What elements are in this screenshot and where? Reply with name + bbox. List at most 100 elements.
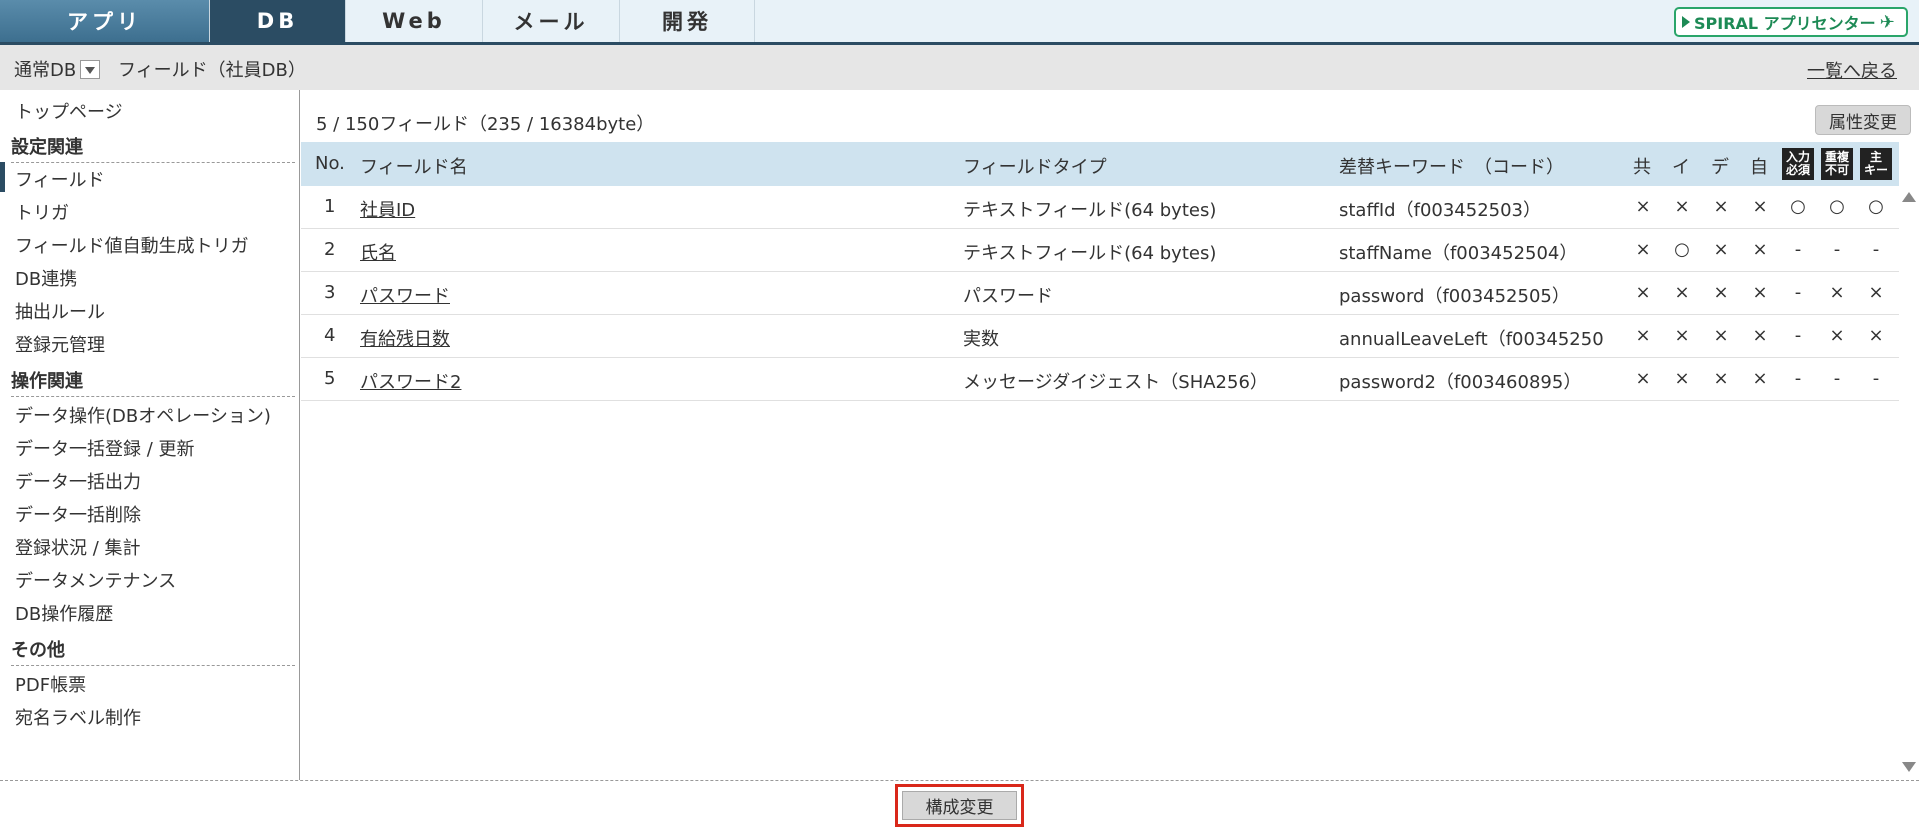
flag-de: × [1713,239,1729,260]
field-keyword: password（f003452505） [1339,286,1570,307]
field-count: 5 / 150フィールド（235 / 16384byte） [316,114,655,135]
sidebar-item-data-maintenance[interactable]: データメンテナンス [15,567,176,593]
column-header-de: デ [1711,157,1729,178]
flag-unique: - [1833,239,1841,260]
sidebar-item-bulk-register[interactable]: データ一括登録 / 更新 [15,435,195,461]
flag-de: × [1713,196,1729,217]
db-type-label: 通常DB [14,60,77,81]
badge-key-bottom: キー [1863,163,1888,177]
sidebar-item-bulk-export[interactable]: データ一括出力 [15,468,141,494]
spiral-app-center-button[interactable]: SPIRAL アプリセンター ✈ [1674,7,1908,37]
config-change-button[interactable]: 構成変更 [902,791,1017,820]
main-content: 5 / 150フィールド（235 / 16384byte） 属性変更 No. フ… [301,90,1919,780]
field-keyword: annualLeaveLeft（f00345250 [1339,329,1604,350]
field-type: メッセージダイジェスト（SHA256） [963,372,1268,393]
sidebar-heading-other: その他 [11,636,295,666]
flag-unique: ○ [1829,196,1845,217]
attribute-change-button[interactable]: 属性変更 [1815,105,1911,135]
sidebar-item-source-manage[interactable]: 登録元管理 [15,331,105,357]
sidebar-item-db-link[interactable]: DB連携 [15,265,77,291]
tab-web[interactable]: Web [346,0,483,42]
sidebar-item-pdf-form[interactable]: PDF帳票 [15,671,86,697]
flag-auto: × [1752,239,1768,260]
table-row: 1 社員ID テキストフィールド(64 bytes) staffId（f0034… [301,186,1899,229]
table-row: 4 有給残日数 実数 annualLeaveLeft（f00345250 × ×… [301,315,1899,358]
column-header-keyword: 差替キーワード （コード） [1339,157,1564,178]
field-name-link[interactable]: 氏名 [360,239,396,265]
flag-de: × [1713,368,1729,389]
field-type: パスワード [963,286,1053,307]
flag-common: × [1635,368,1651,389]
row-no: 1 [324,196,336,217]
column-header-primary-key-badge: 主 キー [1860,148,1892,180]
flag-required: - [1794,368,1802,389]
field-type: テキストフィールド(64 bytes) [963,243,1217,264]
flag-auto: × [1752,368,1768,389]
flag-primary-key: × [1868,282,1884,303]
tab-app[interactable]: アプリ [0,0,210,42]
top-nav: アプリ DB Web メール 開発 SPIRAL アプリセンター ✈ [0,0,1919,45]
field-name-link[interactable]: パスワード [360,282,450,308]
flag-unique: × [1829,325,1845,346]
field-type: テキストフィールド(64 bytes) [963,200,1217,221]
flag-i: ○ [1674,239,1690,260]
row-no: 2 [324,239,336,260]
field-name-link[interactable]: 社員ID [360,196,415,222]
play-icon [1682,16,1690,28]
config-change-highlight: 構成変更 [895,784,1024,827]
footer-bar: 構成変更 [0,780,1919,828]
sidebar-item-top-page[interactable]: トップページ [15,98,123,124]
sidebar-heading-operations: 操作関連 [11,367,295,397]
scroll-up-arrow-icon[interactable] [1902,192,1916,202]
flag-primary-key: × [1868,325,1884,346]
table-row: 2 氏名 テキストフィールド(64 bytes) staffName（f0034… [301,229,1899,272]
sidebar-item-trigger[interactable]: トリガ [15,199,69,225]
sidebar: トップページ 設定関連 フィールド トリガ フィールド値自動生成トリガ DB連携… [0,90,300,780]
scroll-down-arrow-icon[interactable] [1902,762,1916,772]
column-header-type: フィールドタイプ [963,157,1107,178]
back-to-list-link[interactable]: 一覧へ戻る [1807,57,1897,83]
sidebar-item-db-history[interactable]: DB操作履歴 [15,600,113,626]
field-keyword: password2（f003460895） [1339,372,1582,393]
field-keyword: staffName（f003452504） [1339,243,1578,264]
sidebar-item-extract-rule[interactable]: 抽出ルール [15,298,105,324]
column-header-auto: 自 [1750,157,1768,178]
sub-header: 通常DB フィールド（社員DB） 一覧へ戻る [0,45,1919,90]
flag-primary-key: - [1872,239,1880,260]
flag-required: - [1794,325,1802,346]
db-type-selector[interactable]: 通常DB [14,56,101,82]
sidebar-item-address-label[interactable]: 宛名ラベル制作 [15,704,141,730]
row-no: 5 [324,368,336,389]
column-header-name: フィールド名 [360,157,468,178]
flag-auto: × [1752,325,1768,346]
row-no: 4 [324,325,336,346]
column-header-i: イ [1672,157,1690,178]
tab-db[interactable]: DB [210,0,346,42]
sidebar-item-field[interactable]: フィールド [0,162,105,192]
row-no: 3 [324,282,336,303]
sidebar-item-db-operation[interactable]: データ操作(DBオペレーション) [15,402,271,428]
flag-de: × [1713,282,1729,303]
tab-dev[interactable]: 開発 [620,0,755,42]
flag-i: × [1674,196,1690,217]
field-name-link[interactable]: パスワード2 [360,368,461,394]
flag-i: × [1674,325,1690,346]
flag-unique: × [1829,282,1845,303]
flag-common: × [1635,325,1651,346]
column-header-no: No. [315,153,345,174]
table-row: 5 パスワード2 メッセージダイジェスト（SHA256） password2（f… [301,358,1899,401]
column-header-unique-badge: 重複 不可 [1821,148,1853,180]
flag-required: ○ [1790,196,1806,217]
sidebar-item-bulk-delete[interactable]: データ一括削除 [15,501,141,527]
flag-auto: × [1752,196,1768,217]
flag-required: - [1794,239,1802,260]
sidebar-item-status-summary[interactable]: 登録状況 / 集計 [15,534,141,560]
dropdown-icon[interactable] [80,59,101,79]
flag-unique: - [1833,368,1841,389]
tab-mail[interactable]: メール [483,0,620,42]
sidebar-item-auto-gen-trigger[interactable]: フィールド値自動生成トリガ [15,232,249,258]
flag-auto: × [1752,282,1768,303]
badge-required-bottom: 必須 [1785,163,1810,177]
field-name-link[interactable]: 有給残日数 [360,325,450,351]
column-header-common: 共 [1633,157,1651,178]
